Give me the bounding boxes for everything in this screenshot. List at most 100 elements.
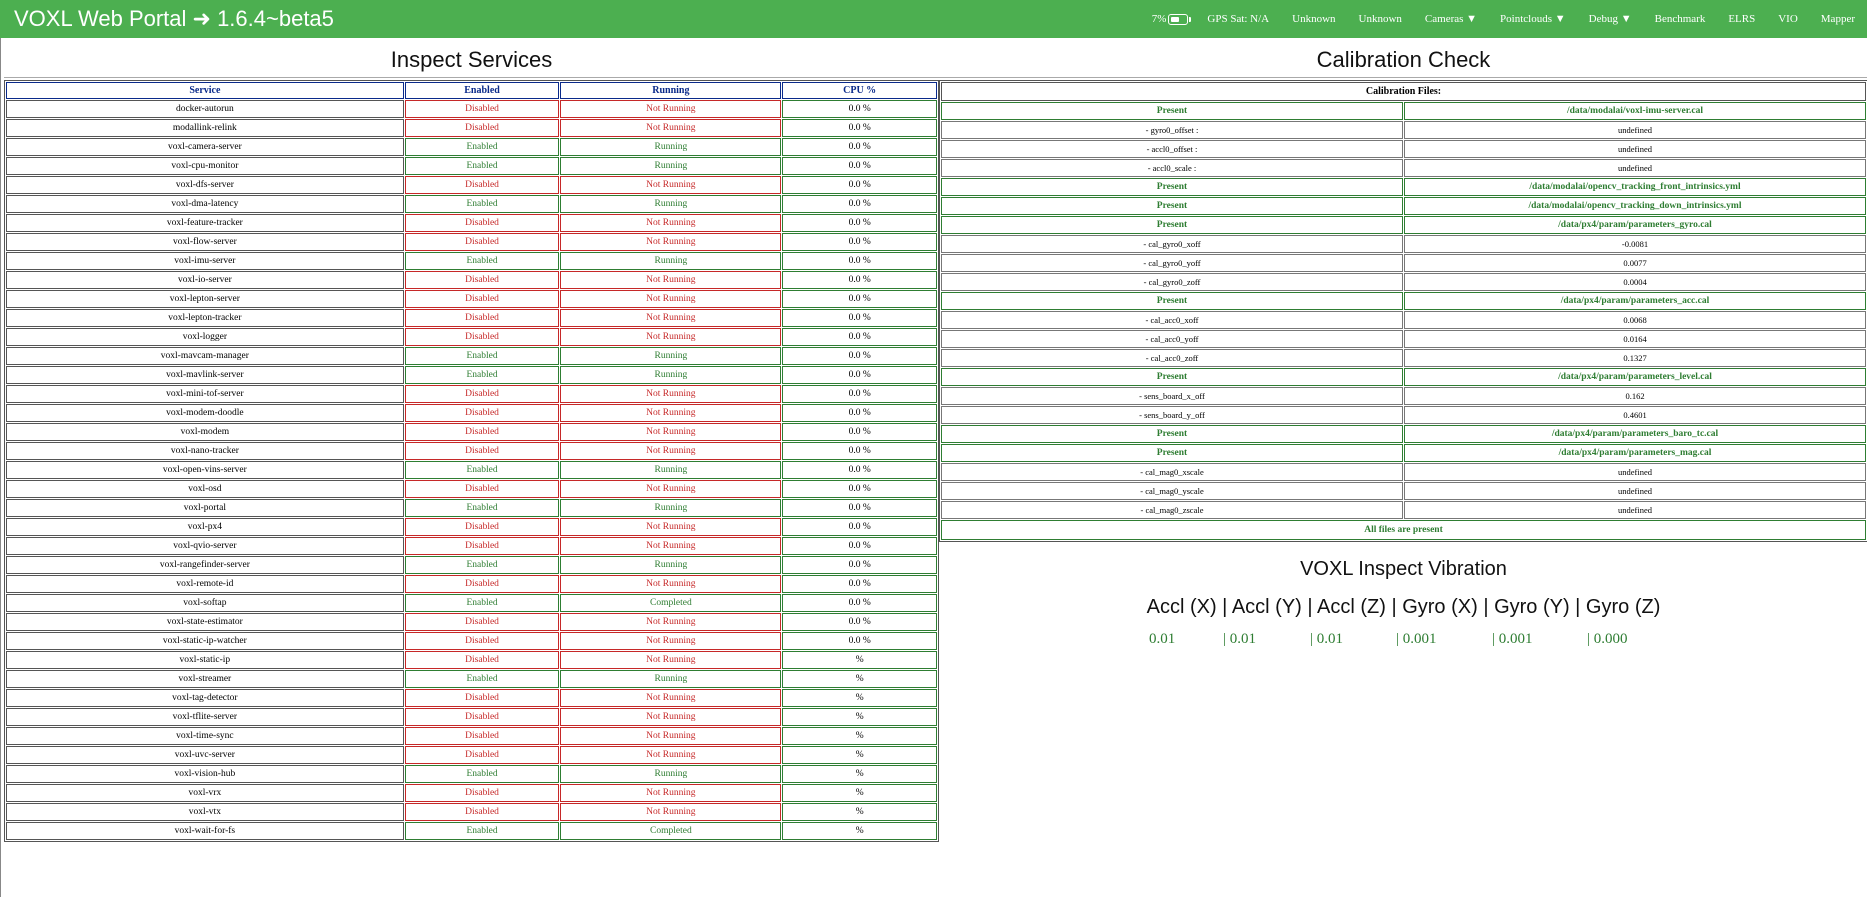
service-cpu: 0.0 % [782, 461, 937, 479]
service-name: voxl-modem-doodle [6, 404, 404, 422]
service-row: voxl-px4 Disabled Not Running 0.0 % [6, 518, 937, 536]
service-cpu: 0.0 % [782, 328, 937, 346]
battery-percent: 7% [1151, 13, 1167, 25]
service-row: voxl-io-server Disabled Not Running 0.0 % [6, 271, 937, 289]
service-enabled-status: Disabled [404, 442, 560, 460]
calibration-param-row: - cal_acc0_xoff 0.0068 [941, 311, 1866, 329]
service-enabled-status: Disabled [404, 746, 560, 764]
service-row: voxl-time-sync Disabled Not Running% [6, 727, 937, 745]
file-path: /data/px4/param/parameters_acc.cal [1404, 292, 1866, 310]
service-cpu: 0.0 % [782, 480, 937, 498]
calibration-param-row: - gyro0_offset : undefined [941, 121, 1866, 139]
service-name: voxl-dfs-server [6, 176, 404, 194]
service-running-status: Not Running [560, 176, 782, 194]
nav-mapper[interactable]: Mapper [1821, 13, 1855, 25]
calibration-table-body: Present/data/modalai/voxl-imu-server.cal… [941, 102, 1866, 519]
service-cpu: % [782, 651, 937, 669]
param-value: undefined [1404, 482, 1866, 500]
param-name: - cal_gyro0_xoff [941, 235, 1403, 253]
service-running-status: Completed [560, 594, 782, 612]
vib-accl-z: | 0.01 [1310, 631, 1344, 647]
file-path: /data/modalai/opencv_tracking_front_intr… [1404, 178, 1866, 196]
service-running-status: Running [560, 765, 782, 783]
service-enabled-status: Disabled [404, 214, 560, 232]
file-status: Present [941, 425, 1403, 443]
service-cpu: % [782, 670, 937, 688]
param-name: - sens_board_x_off [941, 387, 1403, 405]
service-enabled-status: Disabled [404, 119, 560, 137]
col-service: Service [6, 82, 404, 99]
service-cpu: 0.0 % [782, 271, 937, 289]
nav-elrs[interactable]: ELRS [1728, 13, 1755, 25]
service-row: voxl-lepton-server Disabled Not Running 0.0… [6, 290, 937, 308]
service-running-status: Not Running [560, 632, 782, 650]
service-cpu: 0.0 % [782, 233, 937, 251]
service-name: voxl-lepton-tracker [6, 309, 404, 327]
param-name: - cal_mag0_zscale [941, 501, 1403, 519]
file-path: /data/px4/param/parameters_gyro.cal [1404, 216, 1866, 234]
app-title[interactable]: VOXL Web Portal ➜ 1.6.4~beta5 [14, 6, 334, 32]
service-name: voxl-camera-server [6, 138, 404, 156]
service-name: voxl-static-ip [6, 651, 404, 669]
service-row: voxl-tag-detector Disabled Not Running% [6, 689, 937, 707]
nav-cameras[interactable]: Cameras ▼ [1425, 13, 1477, 25]
param-value: 0.0068 [1404, 311, 1866, 329]
calibration-file-row: Present/data/px4/param/parameters_level.… [941, 368, 1866, 386]
service-name: voxl-streamer [6, 670, 404, 688]
service-enabled-status: Enabled [404, 822, 560, 840]
service-running-status: Not Running [560, 214, 782, 232]
service-running-status: Not Running [560, 575, 782, 593]
service-running-status: Running [560, 556, 782, 574]
service-running-status: Running [560, 195, 782, 213]
calibration-param-row: - cal_mag0_yscale undefined [941, 482, 1866, 500]
status-unknown-1: Unknown [1292, 13, 1336, 25]
service-name: voxl-logger [6, 328, 404, 346]
service-enabled-status: Disabled [404, 613, 560, 631]
service-running-status: Not Running [560, 404, 782, 422]
service-enabled-status: Disabled [404, 689, 560, 707]
service-row: voxl-logger Disabled Not Running 0.0 % [6, 328, 937, 346]
param-value: 0.0004 [1404, 273, 1866, 291]
param-name: - sens_board_y_off [941, 406, 1403, 424]
service-cpu: % [782, 708, 937, 726]
service-row: voxl-vtx Disabled Not Running% [6, 803, 937, 821]
file-status: Present [941, 216, 1403, 234]
nav-debug[interactable]: Debug ▼ [1589, 13, 1632, 25]
param-name: - accl0_scale : [941, 159, 1403, 177]
nav-vio[interactable]: VIO [1778, 13, 1798, 25]
service-enabled-status: Enabled [404, 138, 560, 156]
service-name: voxl-uvc-server [6, 746, 404, 764]
service-cpu: % [782, 689, 937, 707]
service-row: voxl-qvio-server Disabled Not Running 0.0 % [6, 537, 937, 555]
vibration-header: Accl (X) | Accl (Y) | Accl (Z) | Gyro (X… [1146, 596, 1661, 618]
service-enabled-status: Disabled [404, 518, 560, 536]
service-cpu: 0.0 % [782, 309, 937, 327]
service-row: modallink-relink Disabled Not Running 0.0 % [6, 119, 937, 137]
service-running-status: Running [560, 670, 782, 688]
service-row: voxl-portal Enabled Running 0.0 % [6, 499, 937, 517]
service-running-status: Not Running [560, 100, 782, 118]
services-table-body: docker-autorun Disabled Not Running 0.0 % mo… [6, 100, 937, 840]
service-running-status: Not Running [560, 385, 782, 403]
gps-status: GPS Sat: N/A [1207, 13, 1270, 25]
service-name: docker-autorun [6, 100, 404, 118]
service-name: voxl-remote-id [6, 575, 404, 593]
calibration-param-row: - cal_mag0_xscale undefined [941, 463, 1866, 481]
file-path: /data/px4/param/parameters_baro_tc.cal [1404, 425, 1866, 443]
service-enabled-status: Disabled [404, 423, 560, 441]
col-running: Running [560, 82, 782, 99]
nav-pointclouds[interactable]: Pointclouds ▼ [1500, 13, 1566, 25]
divider [4, 77, 939, 78]
service-name: voxl-nano-tracker [6, 442, 404, 460]
service-name: voxl-qvio-server [6, 537, 404, 555]
param-value: 0.1327 [1404, 349, 1866, 367]
calibration-file-row: Present/data/px4/param/parameters_mag.ca… [941, 444, 1866, 462]
nav-benchmark[interactable]: Benchmark [1655, 13, 1706, 25]
file-status: Present [941, 292, 1403, 310]
service-enabled-status: Disabled [404, 727, 560, 745]
service-row: voxl-osd Disabled Not Running 0.0 % [6, 480, 937, 498]
calibration-param-row: - accl0_offset : undefined [941, 140, 1866, 158]
service-name: voxl-feature-tracker [6, 214, 404, 232]
service-row: voxl-streamer Enabled Running% [6, 670, 937, 688]
service-row: voxl-feature-tracker Disabled Not Running 0… [6, 214, 937, 232]
